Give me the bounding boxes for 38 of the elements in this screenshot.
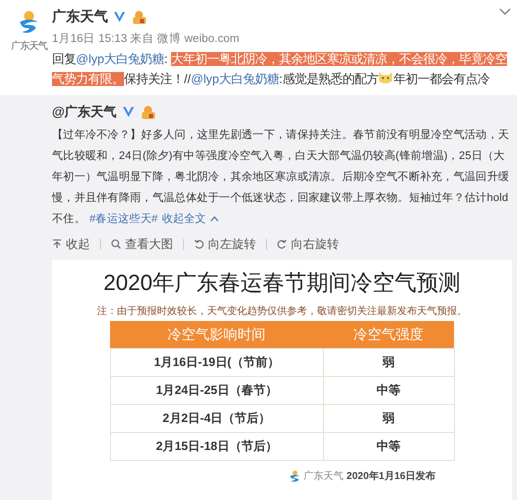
- rotate-left-icon: [194, 239, 204, 249]
- post-text: 【过年冷不冷？】好多人问，这里先剧透一下，请保持关注。春节前没有明显冷空气活动，天气比较暖和，24日(除夕)有中等强度冷空气入粤，白天大部气温仍较高(锋前增温)，25日（大年初一）气温明显下降，粤北阴冷，其余地区寒凉或清凉。后期冷空气不断补充，气温回升缓慢，并且伴有降雨，气温总体处于一个低迷状态，回家建议带上厚衣物。短袖过年？估计hold不住。 #春运这些天# 收起全文: [52, 128, 510, 227]
- author-name[interactable]: 广东天气: [52, 8, 108, 26]
- publish-date: 2020年1月16日发布: [346, 470, 436, 483]
- table-cell: 弱: [323, 348, 454, 376]
- action-link[interactable]: 查看大图: [125, 236, 173, 252]
- source-label: 来自: [130, 32, 154, 46]
- table-cell: 1月24日-25日（春节）: [110, 376, 324, 404]
- caret-up-icon[interactable]: [210, 216, 219, 222]
- collapse-link[interactable]: 收起全文: [162, 213, 206, 225]
- image-title: 2020年广东春运春节期间冷空气预测: [104, 269, 460, 297]
- post-time[interactable]: 1月16日 15:13: [52, 31, 128, 46]
- action-link[interactable]: 收起: [66, 236, 90, 252]
- table-cell: 2月15日-18日（节后）: [110, 432, 324, 460]
- mention-link[interactable]: @lyp大白兔奶糖: [76, 52, 164, 66]
- logo-caption: 广东天气: [304, 470, 344, 483]
- image-note: 注：由于预报时效较长，天气变化趋势仅供参考，敬请密切关注最新发布天气预报。: [97, 304, 467, 318]
- action-link[interactable]: 向右旋转: [291, 236, 339, 252]
- cat-emoji-icon: [378, 71, 394, 85]
- chevron-down-icon[interactable]: [499, 8, 511, 16]
- column-header: 冷空气强度: [323, 321, 454, 348]
- table-cell: 中等: [323, 376, 454, 404]
- reply-text: 回复@lyp大白兔奶糖: 大年初一粤北阴冷，其余地区寒凉或清凉，不会很冷，毕竟冷空气势力有限。保持关注！//@lyp大白兔奶糖:感觉是熟悉的配方 年初一都会有点冷: [52, 51, 508, 88]
- search-icon: [111, 239, 121, 249]
- table-cell: 1月16日-19日(（节前）: [110, 348, 324, 376]
- table-cell: 弱: [323, 404, 454, 432]
- hashtag-link[interactable]: #春运这些天#: [89, 213, 158, 225]
- column-header: 冷空气影响时间: [110, 321, 324, 348]
- collapse-icon: [52, 239, 62, 249]
- source-link[interactable]: 微博 weibo.com: [157, 31, 240, 46]
- logo-caption: 广东天气: [11, 40, 47, 53]
- logo-icon: [288, 470, 301, 482]
- action-link[interactable]: 向左旋转: [208, 236, 256, 252]
- table-cell: 中等: [323, 432, 454, 460]
- table-cell: 2月2日-4日（节后）: [110, 404, 324, 432]
- mention-link[interactable]: @lyp大白兔奶糖: [190, 72, 280, 86]
- rotate-right-icon: [277, 239, 287, 249]
- mention-link[interactable]: @广东天气: [52, 103, 117, 121]
